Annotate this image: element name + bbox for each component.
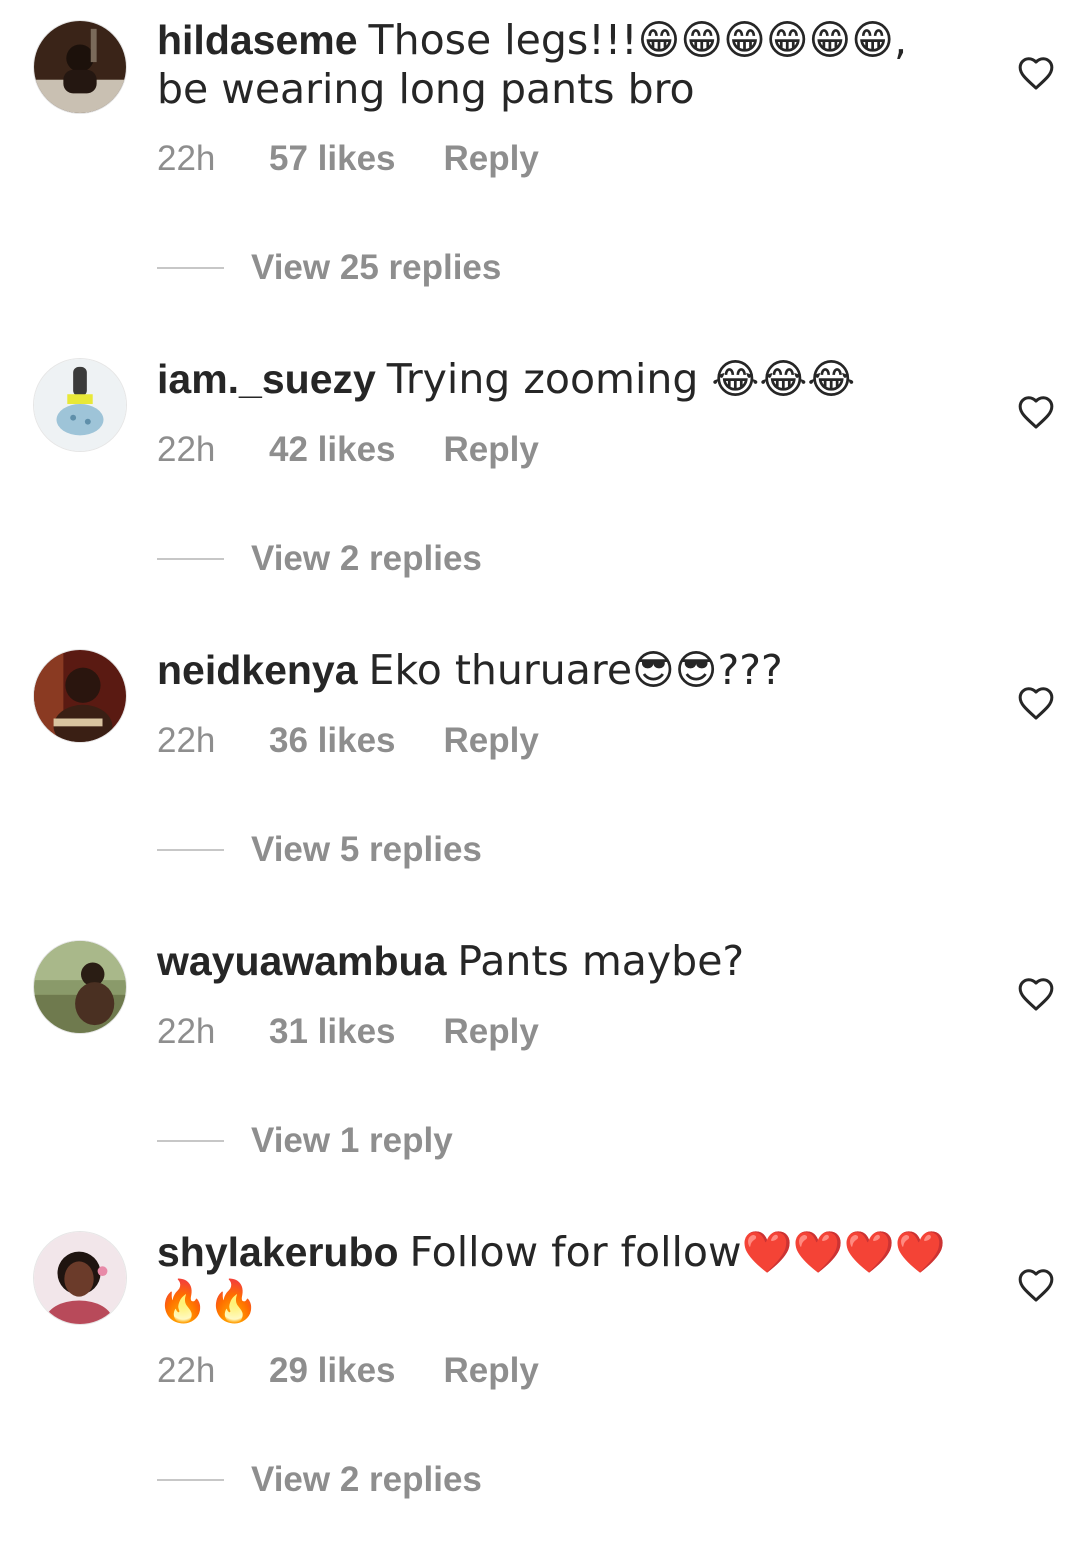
comment-body: Trying zooming 😂😂😂 xyxy=(386,355,856,403)
comment-likes-link[interactable]: 31 likes xyxy=(269,1012,396,1052)
view-replies-button[interactable]: View 2 replies xyxy=(157,539,482,579)
comment-time: 22h xyxy=(157,1351,216,1390)
comment-username[interactable]: neidkenya xyxy=(157,647,358,693)
view-replies-label: View 25 replies xyxy=(251,248,502,287)
view-replies-button[interactable]: View 5 replies xyxy=(157,830,482,870)
reply-button[interactable]: Reply xyxy=(444,1012,539,1052)
comment-meta: 22h 31 likes Reply xyxy=(157,1012,539,1052)
reply-button[interactable]: Reply xyxy=(444,430,539,470)
comment-meta: 22h 57 likes Reply xyxy=(157,139,539,179)
comment-text: wayuawambua Pants maybe? xyxy=(157,937,947,986)
comment-username[interactable]: shylakerubo xyxy=(157,1229,399,1275)
view-replies-label: View 2 replies xyxy=(251,1460,482,1499)
avatar-photo xyxy=(34,941,126,1033)
avatar-photo xyxy=(34,359,126,451)
comment-time: 22h xyxy=(157,430,216,469)
replies-divider xyxy=(157,557,224,560)
comment-text: shylakerubo Follow for follow❤️❤️❤️❤️🔥🔥 xyxy=(157,1228,947,1326)
comment-body: Pants maybe? xyxy=(457,937,745,985)
avatar-photo xyxy=(34,21,126,113)
avatar[interactable] xyxy=(33,20,127,114)
replies-divider xyxy=(157,1478,224,1481)
comment-body: Eko thuruare😎😎??? xyxy=(368,646,783,694)
avatar-photo xyxy=(34,650,126,742)
comment-likes-link[interactable]: 29 likes xyxy=(269,1351,396,1391)
comment-username[interactable]: hildaseme xyxy=(157,17,358,63)
heart-outline-icon[interactable] xyxy=(1017,976,1055,1012)
view-replies-label: View 5 replies xyxy=(251,830,482,869)
view-replies-button[interactable]: View 1 reply xyxy=(157,1121,453,1161)
comment-username[interactable]: wayuawambua xyxy=(157,938,446,984)
replies-divider xyxy=(157,1139,224,1142)
comment-time: 22h xyxy=(157,721,216,760)
comment-likes-link[interactable]: 57 likes xyxy=(269,139,396,179)
replies-divider xyxy=(157,266,224,269)
heart-outline-icon[interactable] xyxy=(1017,55,1055,91)
avatar[interactable] xyxy=(33,1231,127,1325)
comment-time: 22h xyxy=(157,1012,216,1051)
avatar[interactable] xyxy=(33,649,127,743)
view-replies-label: View 2 replies xyxy=(251,539,482,578)
comment-text: iam._suezy Trying zooming 😂😂😂 xyxy=(157,355,947,404)
replies-divider xyxy=(157,848,224,851)
comment-likes-link[interactable]: 42 likes xyxy=(269,430,396,470)
comment-likes-link[interactable]: 36 likes xyxy=(269,721,396,761)
avatar[interactable] xyxy=(33,358,127,452)
comment-meta: 22h 29 likes Reply xyxy=(157,1351,539,1391)
view-replies-label: View 1 reply xyxy=(251,1121,453,1160)
heart-outline-icon[interactable] xyxy=(1017,685,1055,721)
view-replies-button[interactable]: View 25 replies xyxy=(157,248,501,288)
reply-button[interactable]: Reply xyxy=(444,721,539,761)
reply-button[interactable]: Reply xyxy=(444,139,539,179)
comment-meta: 22h 36 likes Reply xyxy=(157,721,539,761)
avatar[interactable] xyxy=(33,940,127,1034)
view-replies-button[interactable]: View 2 replies xyxy=(157,1460,482,1500)
reply-button[interactable]: Reply xyxy=(444,1351,539,1391)
avatar-photo xyxy=(34,1232,126,1324)
heart-outline-icon[interactable] xyxy=(1017,394,1055,430)
comment-text: neidkenya Eko thuruare😎😎??? xyxy=(157,646,947,695)
comment-meta: 22h 42 likes Reply xyxy=(157,430,539,470)
comment-text: hildaseme Those legs!!!😁😁😁😁😁😁, be wearing… xyxy=(157,16,947,114)
heart-outline-icon[interactable] xyxy=(1017,1267,1055,1303)
comment-time: 22h xyxy=(157,139,216,178)
comment-username[interactable]: iam._suezy xyxy=(157,356,376,402)
